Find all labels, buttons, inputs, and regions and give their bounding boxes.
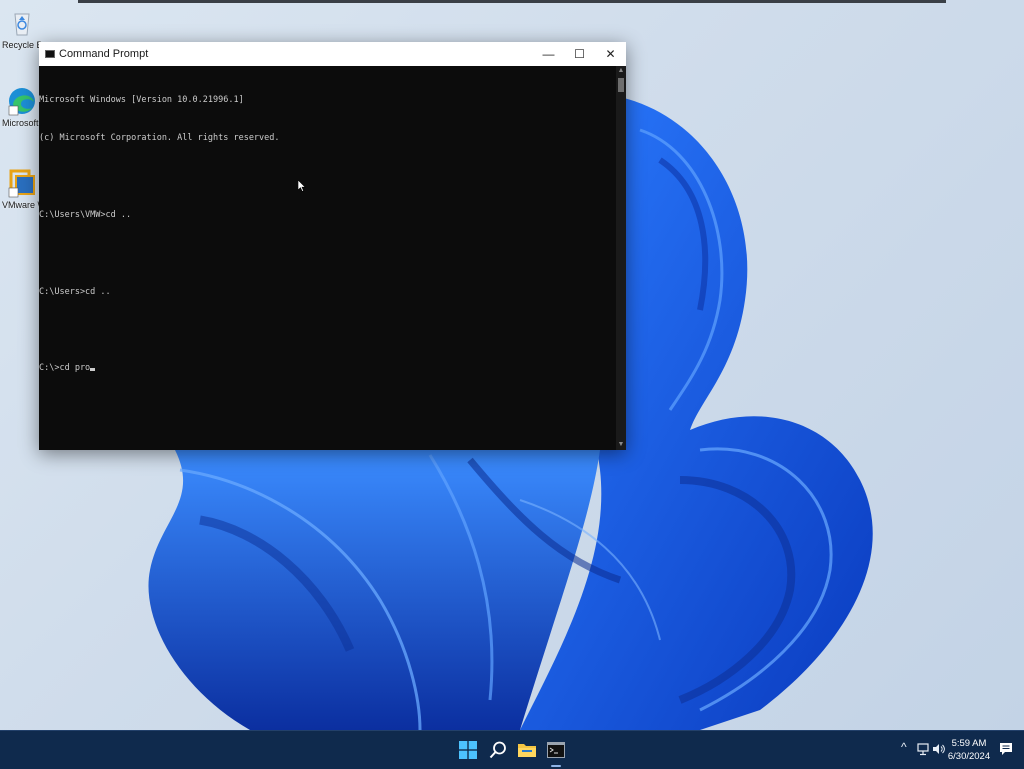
desktop-icon-recycle-bin[interactable]: Recycle Bin [2,8,42,50]
console-line: Microsoft Windows [Version 10.0.21996.1] [39,94,244,105]
close-icon: ✕ [605,47,616,61]
maximize-icon: ☐ [574,47,585,61]
desktop-icon-edge[interactable]: Microsoft Edge [2,86,42,128]
windows-start-icon [459,741,477,759]
file-explorer-button[interactable] [515,738,539,762]
search-button[interactable] [486,738,510,762]
start-button[interactable] [456,738,480,762]
window-titlebar[interactable]: Command Prompt — ☐ ✕ [39,42,626,66]
console-line: C:\Users>cd .. [39,286,111,297]
minimize-icon: — [542,47,555,61]
clock-time: 5:59 AM [951,738,987,749]
scroll-down-icon[interactable]: ▼ [616,440,626,450]
recycle-bin-icon [7,8,37,38]
command-prompt-window[interactable]: Command Prompt — ☐ ✕ Microsoft Windows [… [39,42,626,450]
show-hidden-icons-chevron[interactable]: ^ [901,740,907,754]
desktop-icon-vmware[interactable]: VMware Workstation [2,168,42,210]
console-line: (c) Microsoft Corporation. All rights re… [39,132,280,143]
desktop-icon-label: VMware Workstation [2,200,42,210]
edge-icon [7,86,37,116]
vertical-scrollbar[interactable]: ▲ ▼ [616,66,626,450]
desktop-icon-label: Microsoft Edge [2,118,42,128]
scroll-up-icon[interactable]: ▲ [616,66,626,76]
top-edge-bar [78,0,946,3]
console-current-input: C:\>cd pro [39,363,91,374]
desktop: Recycle Bin Microsoft Edge VMware Workst… [0,0,1024,730]
scrollbar-thumb[interactable] [618,78,624,92]
console-output[interactable]: Microsoft Windows [Version 10.0.21996.1]… [39,66,616,450]
command-prompt-icon [547,742,565,758]
search-icon [489,741,506,759]
command-prompt-icon [45,50,55,58]
notification-button[interactable] [999,742,1013,759]
notification-icon [1000,743,1012,755]
active-app-indicator [551,765,561,767]
console-input-line[interactable]: C:\>cd pro [39,362,616,375]
clock-date: 6/30/2024 [947,751,991,762]
mouse-pointer-icon [298,180,306,192]
text-cursor [90,368,96,372]
maximize-button[interactable]: ☐ [564,42,595,66]
close-button[interactable]: ✕ [595,42,626,66]
minimize-button[interactable]: — [533,42,564,66]
window-title: Command Prompt [59,48,149,60]
vmware-icon [7,168,37,198]
desktop-icon-label: Recycle Bin [2,40,42,50]
volume-icon[interactable] [932,742,946,759]
taskbar-clock[interactable]: 5:59 AM 6/30/2024 [946,737,992,763]
taskbar: ^ 5:59 AM 6/30/2024 [0,730,1024,769]
command-prompt-taskbar-button[interactable] [544,738,568,762]
file-explorer-icon [518,744,536,757]
network-icon[interactable] [916,742,930,759]
console-line: C:\Users\VMW>cd .. [39,209,132,220]
